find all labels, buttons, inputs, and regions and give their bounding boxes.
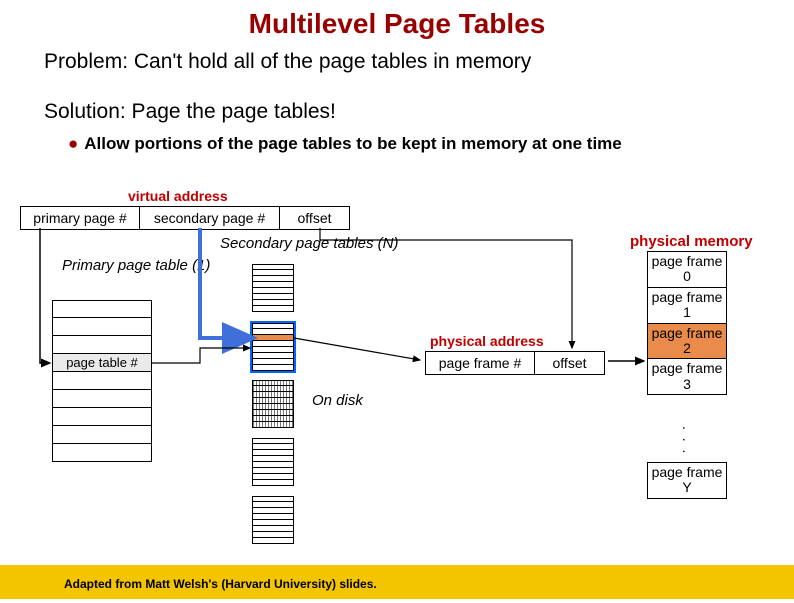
slide-credit: Adapted from Matt Welsh's (Harvard Unive…	[64, 577, 377, 591]
va-offset-field: offset	[280, 206, 350, 230]
page-frame: page frame 0	[647, 251, 727, 288]
problem-text: Problem: Can't hold all of the page tabl…	[44, 50, 794, 74]
bullet-item: ● Allow portions of the page tables to be…	[68, 134, 794, 154]
page-title: Multilevel Page Tables	[0, 8, 794, 40]
pa-frame-field: page frame #	[425, 351, 535, 375]
secondary-table-ondisk	[252, 380, 294, 428]
solution-text: Solution: Page the page tables!	[44, 100, 794, 124]
secondary-table-selected	[252, 323, 294, 371]
physical-memory-label: physical memory	[630, 233, 753, 250]
virtual-address-label: virtual address	[128, 188, 228, 204]
page-frame-last: page frame Y	[647, 462, 727, 499]
physical-address-fields: page frame # offset	[425, 351, 605, 375]
primary-page-table: page table #	[52, 300, 152, 462]
bullet-icon: ●	[68, 134, 78, 153]
secondary-table	[252, 496, 294, 544]
on-disk-label: On disk	[312, 392, 363, 409]
primary-table-label: Primary page table (1)	[62, 258, 210, 275]
page-frame-highlight: page frame 2	[647, 324, 727, 360]
virtual-address-fields: primary page # secondary page # offset	[20, 206, 350, 230]
page-frame: page frame 3	[647, 359, 727, 395]
page-table-entry: page table #	[52, 354, 152, 372]
physical-memory-stack: page frame 0 page frame 1 page frame 2 p…	[647, 251, 727, 395]
physical-address-label: physical address	[430, 333, 544, 349]
ellipsis-icon: . . .	[680, 426, 696, 455]
secondary-table	[252, 438, 294, 486]
bullet-text: Allow portions of the page tables to be …	[84, 134, 621, 153]
page-frame: page frame 1	[647, 288, 727, 324]
secondary-table	[252, 264, 294, 312]
va-secondary-field: secondary page #	[140, 206, 280, 230]
pa-offset-field: offset	[535, 351, 605, 375]
va-primary-field: primary page #	[20, 206, 140, 230]
secondary-tables-label: Secondary page tables (N)	[220, 236, 398, 253]
